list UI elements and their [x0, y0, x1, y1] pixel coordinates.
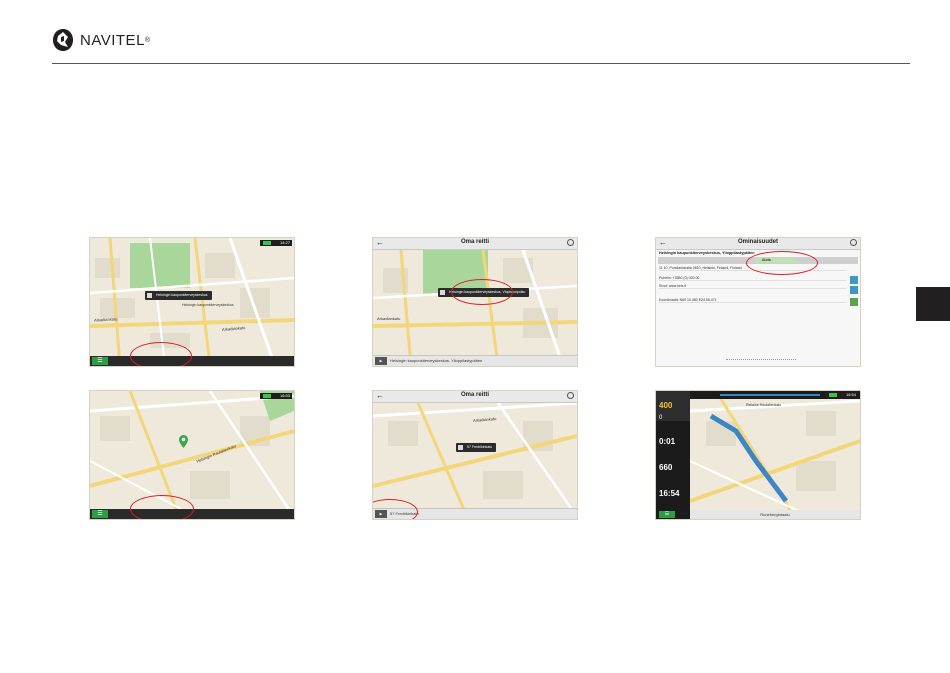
call-icon[interactable]: [850, 276, 858, 284]
distance-zero: 0: [659, 415, 663, 421]
poi-label: Helsingin kaupunkiterveyskeskus: [182, 303, 234, 307]
distance-remaining: 660: [659, 463, 673, 472]
highlight-oval: [130, 342, 192, 366]
street-label: Etelaine Rautatienkatu: [746, 403, 782, 407]
screenshot-2: ← Oma reitti Helsingin kaupunkiterveyske…: [372, 237, 578, 367]
status-battery: 14:27: [260, 240, 292, 246]
highlight-oval: [451, 279, 513, 305]
settings-icon[interactable]: [850, 239, 857, 246]
highlight-oval: [130, 495, 194, 519]
phone-row: Puhelin: +3580 (0) 000 00: [659, 276, 846, 281]
clock: 16:54: [845, 392, 856, 397]
turn-distance: 400: [659, 401, 673, 410]
screen-title: Oma reitti: [460, 239, 489, 245]
route-destination: Helsingin kaupunkiterveyskeskus, Ylioppi…: [390, 358, 483, 363]
menu-button[interactable]: ☰: [92, 510, 108, 518]
top-bar: ← Oma reitti: [373, 391, 577, 403]
status-battery: 16:54: [826, 392, 858, 398]
screen-title: Oma reitti: [460, 392, 489, 398]
poi-popup[interactable]: Helsingin kaupunkiterveyskeskus: [145, 291, 212, 300]
navitel-logo: NAVITEL ®: [52, 27, 150, 53]
map-1: [90, 238, 294, 366]
arrival-time: 16:54: [659, 489, 680, 498]
settings-icon[interactable]: [567, 239, 574, 246]
poi-popup-label: 57 Fredrikinkatu: [467, 445, 493, 449]
share-icon[interactable]: [850, 298, 858, 306]
bottom-bar: ☰: [90, 356, 294, 366]
settings-icon[interactable]: [567, 392, 574, 399]
brand-name: NAVITEL: [80, 31, 145, 49]
screenshot-3: ← Ominaisuudet Helsingin kaupunkiterveys…: [655, 237, 861, 367]
go-button[interactable]: ▶: [375, 357, 387, 365]
screen-title: Ominaisuudet: [737, 239, 778, 245]
route-bar: ▶ Helsingin kaupunkiterveyskeskus, Yliopp…: [373, 355, 577, 366]
header-rule: [52, 63, 910, 64]
street-label: Arkadiankatu: [377, 316, 401, 321]
clock: 14:27: [279, 240, 290, 245]
brand-reg: ®: [144, 36, 151, 44]
screenshot-5: ← Oma reitti 57 Fredrikinkatu Arkadianka…: [372, 390, 578, 520]
status-battery: 16:53: [260, 393, 292, 399]
time-remaining: 0:01: [659, 437, 676, 446]
current-street: Runebergintaatu: [690, 510, 860, 519]
screenshot-1: 14:27 Helsingin kaupunkiterveyskeskus He…: [89, 237, 295, 367]
clock: 16:53: [279, 393, 290, 398]
nav-info-panel: 400 0 0:01 660 16:54: [656, 391, 690, 519]
top-bar: ← Oma reitti: [373, 238, 577, 250]
location-pin-icon: [179, 435, 188, 448]
page-dots: [726, 359, 796, 362]
coordinates-row: Koordinaatit: N60 10.380 E24 55.471: [659, 298, 846, 303]
screenshot-6: 400 0 0:01 660 16:54 16:54 Etelaine Raut…: [655, 390, 861, 520]
screenshot-4: 16:53 Helsingin Rautatienkatu ☰: [89, 390, 295, 520]
chapter-tab: [916, 287, 950, 321]
highlight-oval: [746, 251, 818, 275]
menu-button[interactable]: ☰: [92, 357, 108, 365]
navitel-globe-icon: [53, 29, 73, 51]
website-row: Sivut: www.hels.fi: [659, 284, 846, 289]
poi-popup-label: Helsingin kaupunkiterveyskeskus: [156, 293, 208, 297]
poi-header: Helsingin kaupunkiterveyskeskus, Ylioppi…: [659, 251, 755, 255]
map-4: [90, 391, 294, 519]
menu-button[interactable]: ☰: [659, 511, 675, 518]
top-bar: ← Ominaisuudet: [656, 238, 860, 250]
web-icon[interactable]: [850, 286, 858, 294]
poi-popup[interactable]: 57 Fredrikinkatu: [456, 443, 497, 452]
